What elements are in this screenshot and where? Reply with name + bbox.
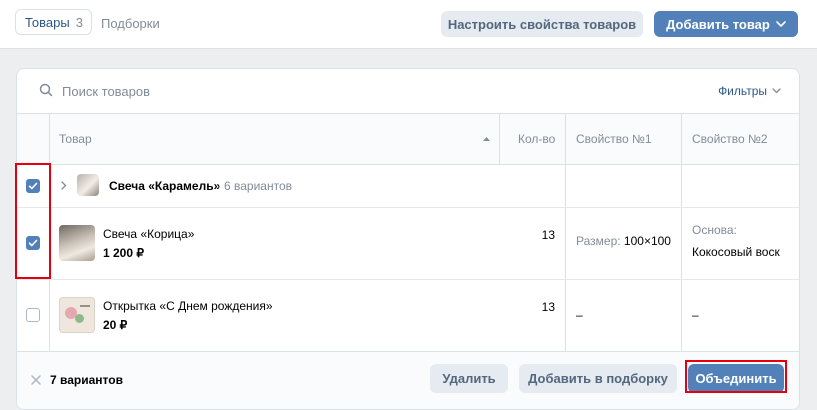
close-icon[interactable] (31, 375, 41, 385)
add-to-collection-button[interactable]: Добавить в подборку (519, 364, 677, 393)
product-thumbnail (77, 174, 99, 196)
product-thumbnail (59, 297, 95, 333)
search-icon (39, 83, 53, 97)
tab-products-label: Товары (25, 14, 70, 30)
prop2-value: Кокосовый воск (692, 245, 780, 259)
product-thumbnail (59, 225, 95, 261)
highlight-merge-button (685, 360, 787, 393)
highlight-checkboxes (15, 163, 51, 279)
delete-label: Удалить (442, 371, 496, 386)
selection-bar: 7 вариантов Удалить Добавить в подборку … (17, 351, 799, 409)
search-bar[interactable]: Поиск товаров Фильтры (17, 69, 799, 114)
tab-collections[interactable]: Подборки (101, 16, 160, 31)
prop2-label: Основа: (692, 223, 737, 237)
row-checkbox[interactable] (26, 308, 40, 322)
sort-asc-icon[interactable] (483, 136, 490, 141)
table-row[interactable]: Открытка «С Днем рождения» 20 ₽ 13 – – (17, 280, 799, 351)
column-prop1-header[interactable]: Свойство №1 (576, 114, 652, 164)
delete-button[interactable]: Удалить (430, 364, 508, 393)
prop2-value: – (692, 308, 699, 322)
product-qty: 13 (541, 228, 555, 242)
product-price: 1 200 ₽ (103, 246, 144, 260)
prop1-label: Размер: (576, 234, 621, 248)
group-row[interactable]: Свеча «Карамель» · 6 вариантов (17, 164, 799, 208)
tab-products[interactable]: Товары 3 (15, 9, 92, 35)
product-price: 20 ₽ (103, 318, 128, 332)
prop1-value: 100×100 (623, 234, 671, 248)
column-prop2-header[interactable]: Свойство №2 (692, 114, 768, 164)
column-divider (499, 114, 500, 164)
filters-label: Фильтры (718, 84, 767, 98)
product-name[interactable]: Свеча «Корица» (103, 227, 194, 241)
add-product-button[interactable]: Добавить товар (654, 11, 798, 37)
tab-products-count: 3 (75, 14, 83, 30)
product-name[interactable]: Открытка «С Днем рождения» (103, 299, 273, 313)
products-panel: Поиск товаров Фильтры Товар Кол-во Свойс… (16, 68, 800, 410)
configure-properties-button[interactable]: Настроить свойства товаров (441, 11, 643, 37)
selected-count: 7 вариантов (50, 373, 123, 387)
configure-properties-label: Настроить свойства товаров (447, 16, 637, 32)
column-product-header[interactable]: Товар (59, 114, 92, 164)
prop1-value: – (576, 308, 583, 322)
chevron-down-icon (772, 88, 781, 94)
chevron-down-icon (776, 21, 786, 27)
filters-button[interactable]: Фильтры (718, 84, 781, 98)
column-qty-header[interactable]: Кол-во (518, 114, 555, 164)
table-row[interactable]: Свеча «Корица» 1 200 ₽ 13 Размер: 100×10… (17, 208, 799, 280)
product-qty: 13 (541, 300, 555, 314)
group-variants-count: 6 вариантов (224, 179, 293, 193)
group-name[interactable]: Свеча «Карамель» (109, 179, 220, 193)
chevron-right-icon[interactable] (61, 181, 67, 190)
group-separator: · (217, 179, 221, 193)
add-to-collection-label: Добавить в подборку (528, 371, 668, 386)
top-bar: Товары 3 Подборки Настроить свойства тов… (0, 0, 817, 49)
add-product-label: Добавить товар (666, 16, 770, 32)
search-input[interactable]: Поиск товаров (62, 84, 150, 99)
